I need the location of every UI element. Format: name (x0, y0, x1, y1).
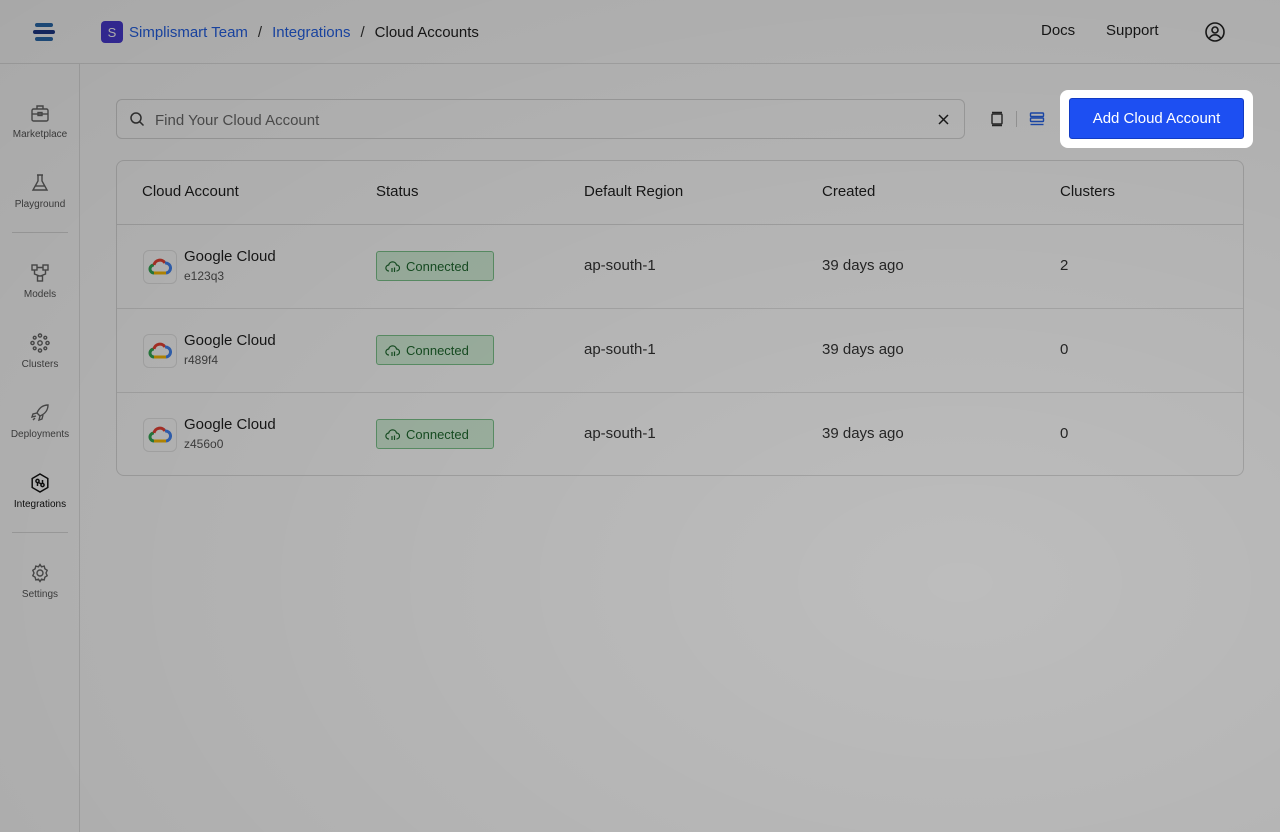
sidebar-item-label: Integrations (13, 499, 67, 510)
default-region: ap-south-1 (584, 425, 656, 442)
search-icon (130, 112, 145, 127)
provider-name: Google Cloud (184, 416, 276, 433)
google-cloud-logo-icon (143, 250, 177, 284)
cloud-connected-icon (385, 344, 400, 356)
column-header-status: Status (376, 183, 419, 200)
column-header-cloud-account: Cloud Account (142, 183, 239, 200)
table-header: Cloud Account Status Default Region Crea… (117, 161, 1243, 225)
table-row[interactable]: Google Cloud z456o0 Connected ap-south-1… (117, 393, 1243, 475)
sidebar-item-label: Playground (14, 199, 66, 210)
column-header-clusters: Clusters (1060, 183, 1116, 200)
sidebar-divider (12, 532, 68, 533)
default-region: ap-south-1 (584, 257, 656, 274)
breadcrumb-separator: / (360, 23, 365, 41)
sidebar-item-settings[interactable]: Settings (0, 560, 80, 616)
user-profile-icon[interactable] (1204, 21, 1226, 43)
breadcrumb-current-page: Cloud Accounts (374, 23, 479, 41)
sidebar-item-deployments[interactable]: Deployments (0, 400, 80, 456)
status-label: Connected (406, 426, 469, 442)
grid-view-icon[interactable] (988, 110, 1006, 128)
top-bar: S Simplismart Team / Integrations / Clou… (0, 0, 1280, 64)
cloud-connected-icon (385, 260, 400, 272)
created-date: 39 days ago (822, 341, 904, 358)
status-label: Connected (406, 342, 469, 358)
default-region: ap-south-1 (584, 341, 656, 358)
close-icon[interactable] (937, 113, 950, 126)
rocket-icon (30, 404, 49, 422)
sidebar-item-label: Marketplace (12, 129, 68, 140)
sidebar-item-marketplace[interactable]: Marketplace (0, 100, 80, 156)
cluster-count: 2 (1060, 257, 1069, 274)
sidebar-item-playground[interactable]: Playground (0, 170, 80, 226)
cluster-count: 0 (1060, 341, 1069, 358)
search-input[interactable] (155, 108, 915, 132)
sidebar-item-label: Settings (21, 589, 59, 600)
tour-spotlight: Add Cloud Account (1060, 90, 1253, 148)
add-cloud-account-button[interactable]: Add Cloud Account (1069, 98, 1244, 139)
table-row[interactable]: Google Cloud e123q3 Connected ap-south-1… (117, 225, 1243, 309)
column-header-created: Created (822, 183, 876, 200)
clusters-icon (30, 333, 50, 353)
table-row[interactable]: Google Cloud r489f4 Connected ap-south-1… (117, 309, 1243, 393)
breadcrumb-workspace[interactable]: Simplismart Team (129, 24, 248, 41)
marketplace-icon (31, 105, 49, 122)
status-badge: Connected (376, 335, 494, 365)
column-header-default-region: Default Region (584, 183, 684, 200)
provider-name: Google Cloud (184, 248, 276, 265)
status-label: Connected (406, 258, 469, 274)
cluster-count: 0 (1060, 425, 1069, 442)
sidebar-item-label: Deployments (10, 429, 70, 440)
google-cloud-logo-icon (143, 334, 177, 368)
flask-icon (31, 174, 49, 191)
created-date: 39 days ago (822, 257, 904, 274)
support-link[interactable]: Support (1106, 22, 1159, 39)
integrations-icon (31, 473, 49, 493)
account-id: r489f4 (184, 353, 219, 367)
cloud-connected-icon (385, 428, 400, 440)
list-view-icon[interactable] (1028, 110, 1046, 128)
search-box (116, 99, 965, 139)
sidebar-divider (12, 232, 68, 233)
docs-link[interactable]: Docs (1041, 22, 1075, 39)
models-icon (31, 264, 49, 282)
sidebar: Marketplace Playground Models Clusters D… (0, 64, 80, 832)
workspace-avatar[interactable]: S (101, 21, 123, 43)
status-badge: Connected (376, 419, 494, 449)
sidebar-item-integrations[interactable]: Integrations (0, 470, 80, 526)
google-cloud-logo-icon (143, 418, 177, 452)
created-date: 39 days ago (822, 425, 904, 442)
sidebar-item-models[interactable]: Models (0, 260, 80, 316)
app-logo-icon[interactable] (30, 18, 58, 46)
sidebar-item-label: Models (23, 289, 57, 300)
view-toggle-divider (1016, 111, 1017, 127)
account-id: e123q3 (184, 269, 225, 283)
gear-icon (31, 563, 49, 583)
breadcrumb: Simplismart Team / Integrations / Cloud … (129, 21, 479, 43)
breadcrumb-separator: / (257, 23, 263, 41)
provider-name: Google Cloud (184, 332, 276, 349)
cloud-accounts-table: Cloud Account Status Default Region Crea… (116, 160, 1244, 476)
breadcrumb-integrations[interactable]: Integrations (272, 24, 350, 41)
sidebar-item-clusters[interactable]: Clusters (0, 330, 80, 386)
status-badge: Connected (376, 251, 494, 281)
account-id: z456o0 (184, 437, 224, 451)
sidebar-item-label: Clusters (21, 359, 59, 370)
